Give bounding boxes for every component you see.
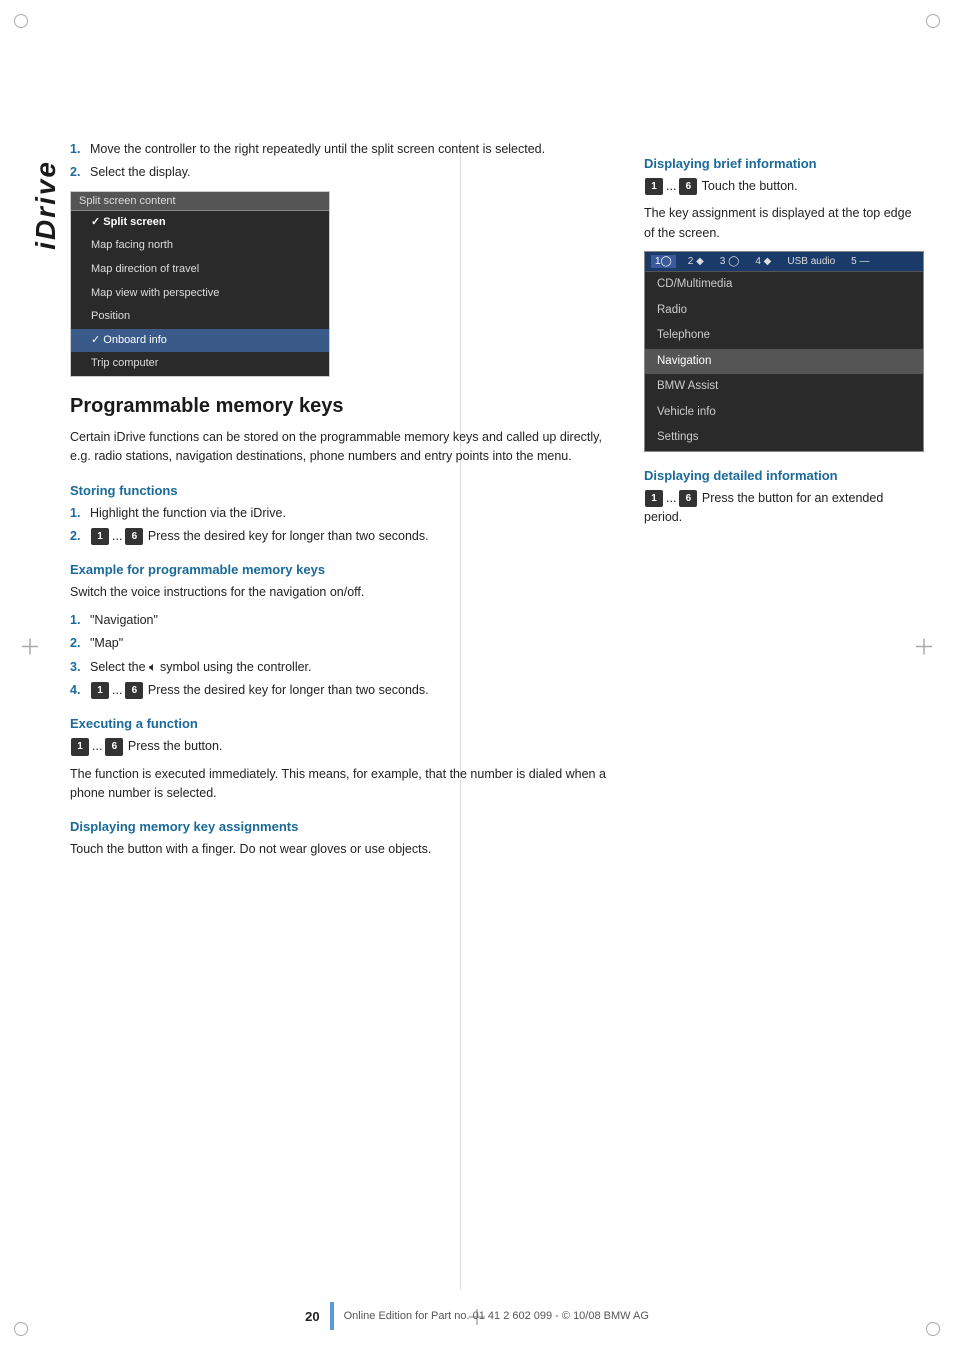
- assignments-body: Touch the button with a finger. Do not w…: [70, 840, 624, 859]
- menu-screen: 1◯ 2 ◆ 3 ◯ 4 ◆ USB audio 5 — CD/Multimed…: [644, 251, 924, 452]
- example-step-2: 2. "Map": [70, 634, 624, 653]
- screen-tab-1: 1◯: [651, 255, 676, 268]
- screen-tab-2: 2 ◆: [684, 255, 708, 268]
- screenshot-item-1: Map facing north: [71, 234, 329, 258]
- screenshot-item-5: ✓ Onboard info: [71, 329, 329, 353]
- brief-info-heading: Displaying brief information: [644, 156, 924, 171]
- executing-heading: Executing a function: [70, 716, 624, 731]
- storing-step-num-2: 2.: [70, 527, 84, 546]
- side-mark-left: [22, 639, 38, 658]
- key-6-badge-exec: 6: [105, 738, 123, 756]
- intro-step-2: 2. Select the display.: [70, 163, 624, 182]
- step-num-2: 2.: [70, 163, 84, 182]
- idrive-sidebar-label: iDrive: [30, 160, 62, 250]
- example-heading: Example for programmable memory keys: [70, 562, 624, 577]
- example-intro: Switch the voice instructions for the na…: [70, 583, 624, 602]
- screen-tab-usb: USB audio: [783, 255, 839, 268]
- key-6-badge-ex: 6: [125, 682, 143, 700]
- key-1-badge: 1: [91, 528, 109, 546]
- key-sequence-example: 1 ... 6: [90, 681, 144, 700]
- key-sequence-executing: 1 ... 6: [70, 737, 124, 756]
- menu-screen-header: 1◯ 2 ◆ 3 ◯ 4 ◆ USB audio 5 —: [645, 252, 923, 272]
- detailed-info-keys: 1 ... 6 Press the button for an extended…: [644, 489, 924, 528]
- main-content: 1. Move the controller to the right repe…: [70, 140, 924, 1290]
- key-sequence-brief: 1 ... 6: [644, 177, 698, 196]
- screen-item-bmw: BMW Assist: [645, 374, 923, 400]
- key-ellipsis-detailed: ...: [666, 489, 676, 508]
- key-ellipsis: ...: [112, 527, 122, 546]
- detailed-info-heading: Displaying detailed information: [644, 468, 924, 483]
- example-step-num-4: 4.: [70, 681, 84, 700]
- assignments-heading: Displaying memory key assignments: [70, 819, 624, 834]
- example-step-3-text: Select the 🔈︎ symbol using the controlle…: [90, 658, 312, 677]
- screen-tab-4: 4 ◆: [751, 255, 775, 268]
- executing-body: The function is executed immediately. Th…: [70, 765, 624, 804]
- key-1-badge-brief: 1: [645, 178, 663, 196]
- storing-step-1: 1. Highlight the function via the iDrive…: [70, 504, 624, 523]
- example-step-num-1: 1.: [70, 611, 84, 630]
- example-step-num-3: 3.: [70, 658, 84, 677]
- key-ellipsis-ex: ...: [112, 681, 122, 700]
- screen-tab-3: 3 ◯: [716, 255, 744, 268]
- screenshot-item-3: Map view with perspective: [71, 282, 329, 306]
- example-step-4-text: 1 ... 6 Press the desired key for longer…: [90, 681, 429, 700]
- key-6-badge-brief: 6: [679, 178, 697, 196]
- storing-step-2-text: 1 ... 6 Press the desired key for longer…: [90, 527, 429, 546]
- brief-info-body: The key assignment is displayed at the t…: [644, 204, 924, 243]
- screen-tab-5: 5 —: [847, 255, 873, 268]
- screen-item-settings: Settings: [645, 425, 923, 451]
- main-title: Programmable memory keys: [70, 395, 624, 418]
- page-number: 20: [305, 1309, 319, 1324]
- storing-step-num-1: 1.: [70, 504, 84, 523]
- screenshot-item-6: Trip computer: [71, 352, 329, 376]
- footer-divider: [330, 1302, 334, 1330]
- screen-item-telephone: Telephone: [645, 323, 923, 349]
- key-1-badge-exec: 1: [71, 738, 89, 756]
- screen-item-vehicle: Vehicle info: [645, 400, 923, 426]
- screenshot-item-0: ✓ Split screen: [71, 211, 329, 235]
- screenshot-item-2: Map direction of travel: [71, 258, 329, 282]
- storing-step-1-text: Highlight the function via the iDrive.: [90, 504, 286, 523]
- example-step-2-text: "Map": [90, 634, 123, 653]
- key-sequence-detailed: 1 ... 6: [644, 489, 698, 508]
- key-1-badge-detailed: 1: [645, 490, 663, 508]
- corner-mark-tl: [14, 14, 28, 28]
- example-step-1-text: "Navigation": [90, 611, 158, 630]
- example-step-4: 4. 1 ... 6 Press the desired key for lon…: [70, 681, 624, 700]
- screenshot-item-4: Position: [71, 305, 329, 329]
- storing-step-2: 2. 1 ... 6 Press the desired key for lon…: [70, 527, 624, 546]
- key-ellipsis-exec: ...: [92, 737, 102, 756]
- screen-item-navigation: Navigation: [645, 349, 923, 375]
- screenshot-title: Split screen content: [71, 192, 329, 211]
- example-step-1: 1. "Navigation": [70, 611, 624, 630]
- step-num-1: 1.: [70, 140, 84, 159]
- screenshot-box: Split screen content ✓ Split screen Map …: [70, 191, 330, 377]
- key-6-badge-detailed: 6: [679, 490, 697, 508]
- right-column: Displaying brief information 1 ... 6 Tou…: [644, 140, 924, 1290]
- intro-body: Certain iDrive functions can be stored o…: [70, 428, 624, 467]
- footer-text: Online Edition for Part no. 01 41 2 602 …: [344, 1310, 649, 1322]
- corner-mark-tr: [926, 14, 940, 28]
- key-sequence-storing: 1 ... 6: [90, 527, 144, 546]
- screen-item-radio: Radio: [645, 298, 923, 324]
- storing-heading: Storing functions: [70, 483, 624, 498]
- screen-item-cd: CD/Multimedia: [645, 272, 923, 298]
- intro-step-2-text: Select the display.: [90, 163, 191, 182]
- key-6-badge: 6: [125, 528, 143, 546]
- key-ellipsis-brief: ...: [666, 177, 676, 196]
- key-1-badge-ex: 1: [91, 682, 109, 700]
- intro-step-1: 1. Move the controller to the right repe…: [70, 140, 624, 159]
- footer: 20 Online Edition for Part no. 01 41 2 6…: [0, 1302, 954, 1330]
- brief-info-keys: 1 ... 6 Touch the button.: [644, 177, 924, 196]
- intro-step-1-text: Move the controller to the right repeate…: [90, 140, 545, 159]
- executing-intro: 1 ... 6 Press the button.: [70, 737, 624, 756]
- left-column: 1. Move the controller to the right repe…: [70, 140, 624, 1290]
- example-step-3: 3. Select the 🔈︎ symbol using the contro…: [70, 658, 624, 677]
- example-step-num-2: 2.: [70, 634, 84, 653]
